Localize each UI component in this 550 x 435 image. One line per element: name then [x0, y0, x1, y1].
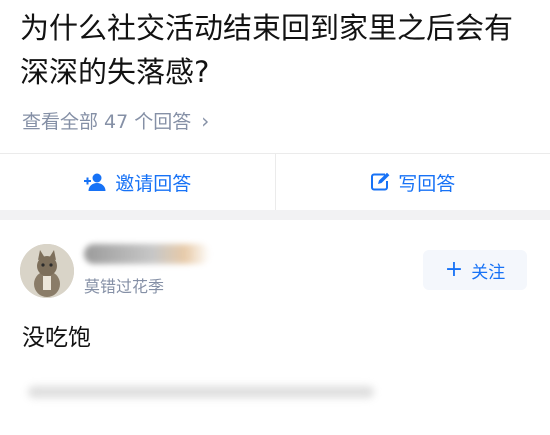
edit-icon: [370, 172, 390, 192]
author-name-redacted: [84, 244, 210, 264]
avatar[interactable]: [20, 244, 74, 298]
redacted-text-line: [28, 386, 374, 398]
answer-card: 莫错过花季 + 关注 没吃饱: [0, 220, 550, 435]
answer-content: 没吃饱: [22, 325, 91, 351]
invite-answer-label: 邀请回答: [115, 172, 192, 195]
add-person-icon: [83, 172, 107, 192]
view-all-label: 查看全部 47 个回答: [22, 111, 192, 133]
author-bio: 莫错过花季: [84, 277, 165, 296]
follow-label: 关注: [471, 262, 506, 283]
write-answer-button[interactable]: 写回答: [274, 154, 550, 210]
question-title: 为什么社交活动结束回到家里之后会有深深的失落感?: [20, 11, 514, 89]
question-action-bar: 邀请回答 写回答: [0, 153, 550, 210]
follow-button[interactable]: + 关注: [423, 250, 527, 290]
plus-icon: +: [444, 257, 464, 282]
section-divider: [0, 210, 550, 220]
write-answer-label: 写回答: [398, 172, 456, 195]
chevron-right-icon: ›: [201, 108, 210, 133]
invite-answer-button[interactable]: 邀请回答: [0, 154, 275, 210]
view-all-answers-link[interactable]: 查看全部 47 个回答 ›: [22, 107, 209, 134]
